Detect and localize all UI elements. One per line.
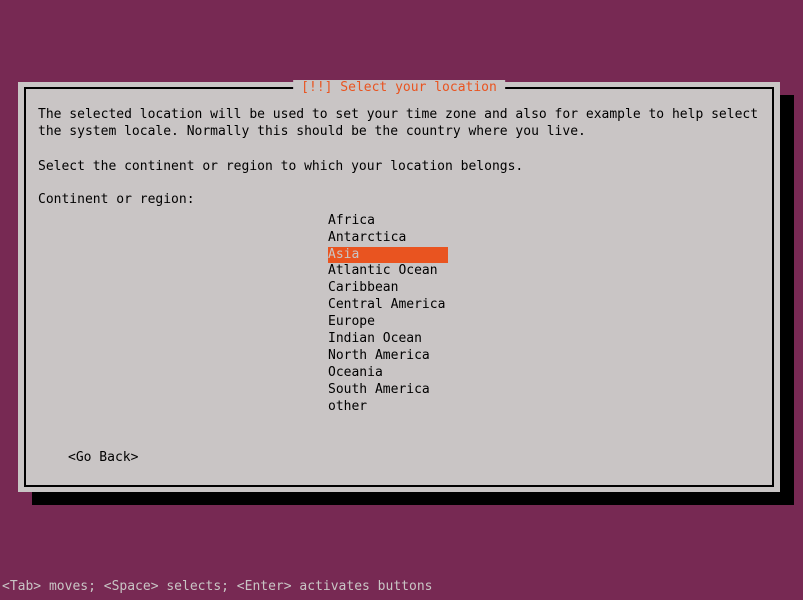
dialog-prompt: Continent or region: [38, 192, 760, 207]
region-item[interactable]: Antarctica [328, 230, 448, 247]
dialog-instruction: Select the continent or region to which … [38, 159, 760, 174]
region-item[interactable]: Central America [328, 297, 448, 314]
location-dialog: [!!] Select your location The selected l… [18, 82, 780, 492]
region-item[interactable]: other [328, 399, 448, 416]
region-item[interactable]: Europe [328, 314, 448, 331]
region-item[interactable]: South America [328, 382, 448, 399]
region-list: AfricaAntarcticaAsiaAtlantic OceanCaribb… [328, 213, 760, 416]
dialog-title: [!!] Select your location [293, 80, 505, 95]
region-item[interactable]: Africa [328, 213, 448, 230]
region-item[interactable]: Oceania [328, 365, 448, 382]
dialog-border: [!!] Select your location The selected l… [24, 87, 774, 487]
region-item[interactable]: Asia [328, 247, 448, 264]
region-item[interactable]: Indian Ocean [328, 331, 448, 348]
go-back-button[interactable]: <Go Back> [68, 450, 138, 465]
region-item[interactable]: Caribbean [328, 280, 448, 297]
dialog-content: The selected location will be used to se… [26, 89, 772, 427]
dialog-description: The selected location will be used to se… [38, 107, 760, 141]
footer-help-text: <Tab> moves; <Space> selects; <Enter> ac… [2, 579, 432, 594]
region-item[interactable]: Atlantic Ocean [328, 263, 448, 280]
region-item[interactable]: North America [328, 348, 448, 365]
